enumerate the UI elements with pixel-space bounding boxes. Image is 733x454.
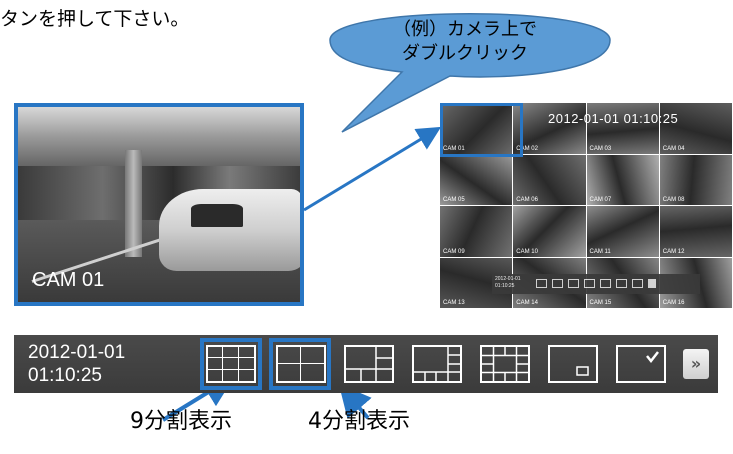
caption-4-split: 4分割表示	[308, 409, 410, 434]
bubble-line-1: （例）カメラ上で	[393, 19, 537, 40]
mini-layout-icon	[552, 279, 563, 288]
camera-cell[interactable]: CAM 10	[513, 206, 586, 257]
scene-car	[159, 188, 300, 271]
toolbar-time: 01:10:25	[28, 365, 102, 386]
sequence-button[interactable]	[616, 345, 666, 383]
camera-cell-label: CAM 11	[589, 248, 611, 255]
camera-cell[interactable]: CAM 11	[586, 206, 659, 257]
split-13-button[interactable]	[480, 345, 530, 383]
selected-camera-highlight	[440, 103, 523, 157]
toolbar-datetime: 2012-01-01 01:10:25	[28, 341, 125, 387]
mini-layout-icon	[600, 279, 611, 288]
camera-label: CAM 01	[32, 269, 105, 291]
camera-cell[interactable]: CAM 05	[440, 154, 513, 205]
camera-cell-label: CAM 10	[516, 248, 538, 255]
highlight-9-split	[200, 338, 262, 390]
camera-cell-label: CAM 04	[662, 145, 685, 152]
mini-toolbar: 2012-01-01 01:10:25	[492, 274, 700, 294]
camera-cell-label: CAM 06	[516, 197, 538, 203]
camera-cell-label: CAM 05	[443, 197, 465, 203]
split-6-button[interactable]	[344, 345, 394, 383]
split-8-button[interactable]	[412, 345, 462, 383]
bubble-text: （例）カメラ上で ダブルクリック	[345, 18, 585, 66]
split-13-icon	[482, 347, 528, 381]
camera-cell[interactable]: CAM 08	[659, 154, 732, 205]
camera-cell-label: CAM 12	[662, 248, 685, 255]
mini-layout-icon	[616, 279, 627, 288]
camera-cell-label: CAM 15	[589, 300, 612, 306]
mini-toolbar-datetime: 2012-01-01 01:10:25	[495, 276, 521, 290]
split-6-icon	[346, 347, 392, 381]
mini-layout-icon	[536, 279, 547, 288]
zoom-arrow	[303, 126, 442, 212]
split-8-icon	[414, 347, 460, 381]
mini-layout-icon	[632, 279, 643, 288]
scene-pillar	[125, 149, 143, 258]
next-page-button[interactable]: »	[683, 349, 709, 379]
pip-icon	[576, 366, 589, 376]
camera-cell-label: CAM 08	[662, 197, 685, 203]
mini-date: 2012-01-01	[495, 276, 521, 282]
camera-cell-label: CAM 09	[443, 248, 465, 255]
highlight-4-split	[269, 338, 331, 390]
camera-cell-label: CAM 13	[443, 300, 465, 306]
toolbar-date: 2012-01-01	[28, 342, 126, 363]
camera-cell-label: CAM 03	[589, 145, 612, 152]
camera-cell[interactable]: CAM 12	[659, 206, 732, 257]
camera-cell[interactable]: CAM 07	[586, 154, 659, 205]
camera-cell[interactable]: CAM 09	[440, 206, 513, 257]
mini-time: 01:10:25	[495, 283, 515, 289]
camera-cell-label: CAM 07	[589, 197, 612, 203]
pip-button[interactable]	[548, 345, 598, 383]
bottom-toolbar: 2012-01-01 01:10:25 »	[14, 335, 718, 393]
camera-cell-label: CAM 14	[516, 300, 538, 306]
mini-layout-icon	[568, 279, 579, 288]
enlarged-camera-view[interactable]: CAM 01	[14, 103, 304, 306]
instruction-text: タンを押して下さい。	[0, 8, 190, 30]
checkmark-icon	[646, 351, 659, 364]
mini-next-icon	[648, 279, 656, 288]
camera-cell[interactable]: CAM 06	[513, 154, 586, 205]
grid-timestamp: 2012-01-01 01:10:25	[548, 111, 679, 126]
mini-layout-icon	[584, 279, 595, 288]
camera-cell-label: CAM 16	[662, 300, 685, 306]
caption-9-split: 9分割表示	[130, 409, 232, 434]
bubble-line-2: ダブルクリック	[402, 43, 528, 64]
